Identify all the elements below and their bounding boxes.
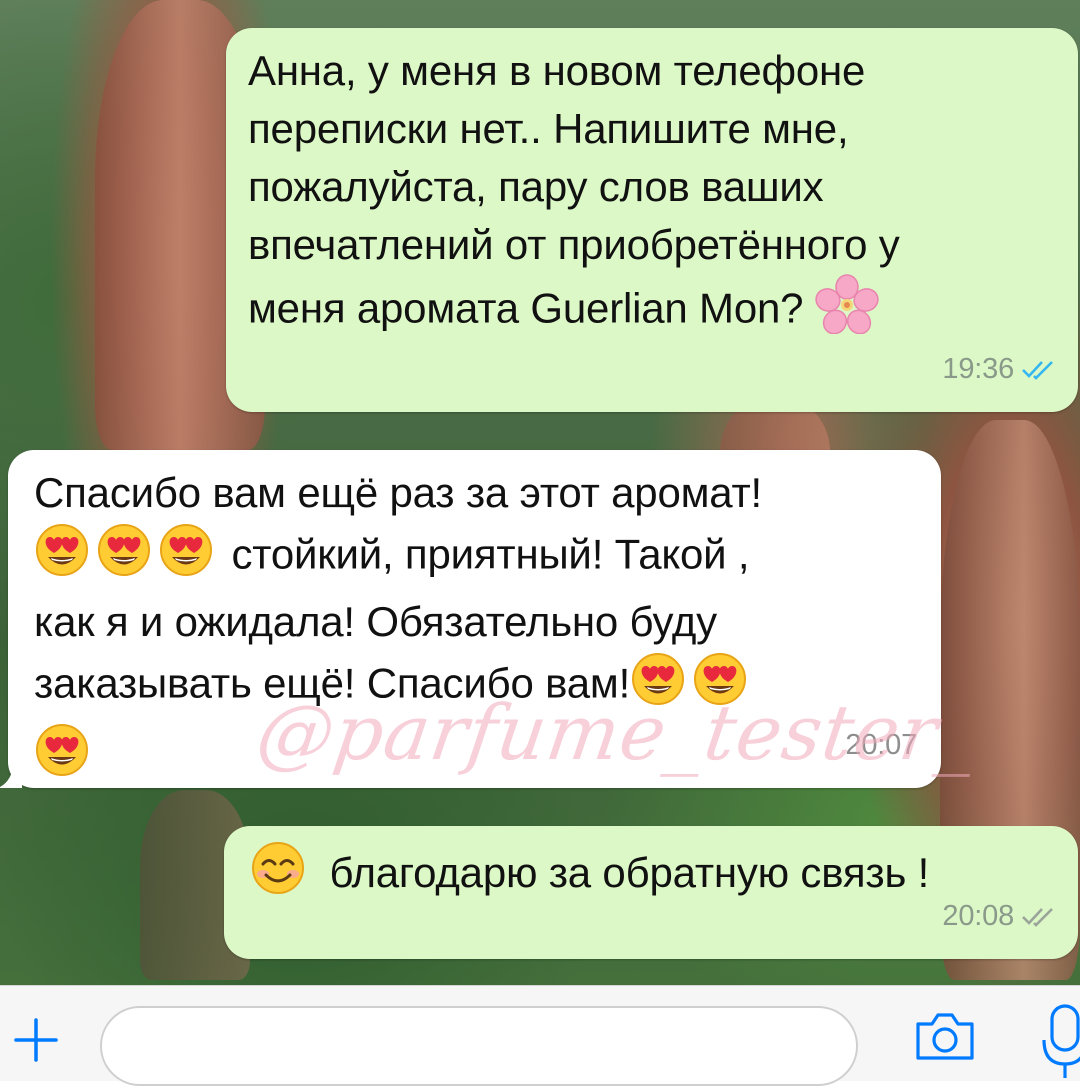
message-line-text: стойкий, приятный! Такой , bbox=[231, 530, 750, 578]
message-meta: 19:36 bbox=[942, 340, 1060, 398]
message-time: 20:08 bbox=[942, 900, 1014, 932]
message-bubble-outgoing[interactable]: благодарю за обратную связь ! 20:08 bbox=[224, 826, 1078, 959]
bubble-tail bbox=[0, 762, 22, 788]
message-line-text: меня аромата Guerlian Mon? bbox=[248, 284, 804, 332]
microphone-icon[interactable] bbox=[1040, 1002, 1080, 1082]
message-line: пожалуйста, пару слов ваших bbox=[248, 163, 824, 210]
message-line: впечатлений от приобретённого у bbox=[248, 221, 900, 268]
message-line: Анна, у меня в новом телефоне bbox=[248, 47, 866, 94]
message-line-text: благодарю за обратную связь ! bbox=[329, 848, 930, 896]
smiling-face-emoji-icon bbox=[250, 840, 306, 911]
message-line: стойкий, приятный! Такой , bbox=[34, 522, 762, 593]
message-line: переписки нет.. Напишите мне, bbox=[248, 105, 849, 152]
message-input[interactable] bbox=[100, 1006, 858, 1086]
message-composer bbox=[0, 985, 1080, 1086]
cherry-blossom-emoji-icon bbox=[815, 274, 879, 349]
heart-eyes-emoji-icon bbox=[34, 722, 90, 793]
message-line: Спасибо вам ещё раз за этот аромат! bbox=[34, 469, 763, 516]
message-text: благодарю за обратную связь ! bbox=[250, 840, 929, 911]
message-time: 19:36 bbox=[942, 353, 1014, 385]
camera-icon[interactable] bbox=[912, 1008, 978, 1064]
message-bubble-outgoing[interactable]: Анна, у меня в новом телефоне переписки … bbox=[226, 28, 1078, 412]
heart-eyes-emoji-icon bbox=[96, 522, 152, 593]
heart-eyes-emoji-icon bbox=[34, 522, 90, 593]
heart-eyes-emoji-icon bbox=[158, 522, 214, 593]
delivered-checkmarks-icon bbox=[1022, 908, 1053, 927]
message-line: меня аромата Guerlian Mon? bbox=[248, 274, 900, 349]
plus-icon[interactable] bbox=[12, 1016, 60, 1064]
message-line: как я и ожидала! Обязательно буду bbox=[34, 598, 717, 645]
read-checkmarks-icon bbox=[1022, 361, 1053, 380]
message-meta: 20:08 bbox=[942, 887, 1060, 945]
message-text: Анна, у меня в новом телефоне переписки … bbox=[248, 42, 900, 349]
watermark: @parfume_tester_ bbox=[251, 688, 984, 777]
